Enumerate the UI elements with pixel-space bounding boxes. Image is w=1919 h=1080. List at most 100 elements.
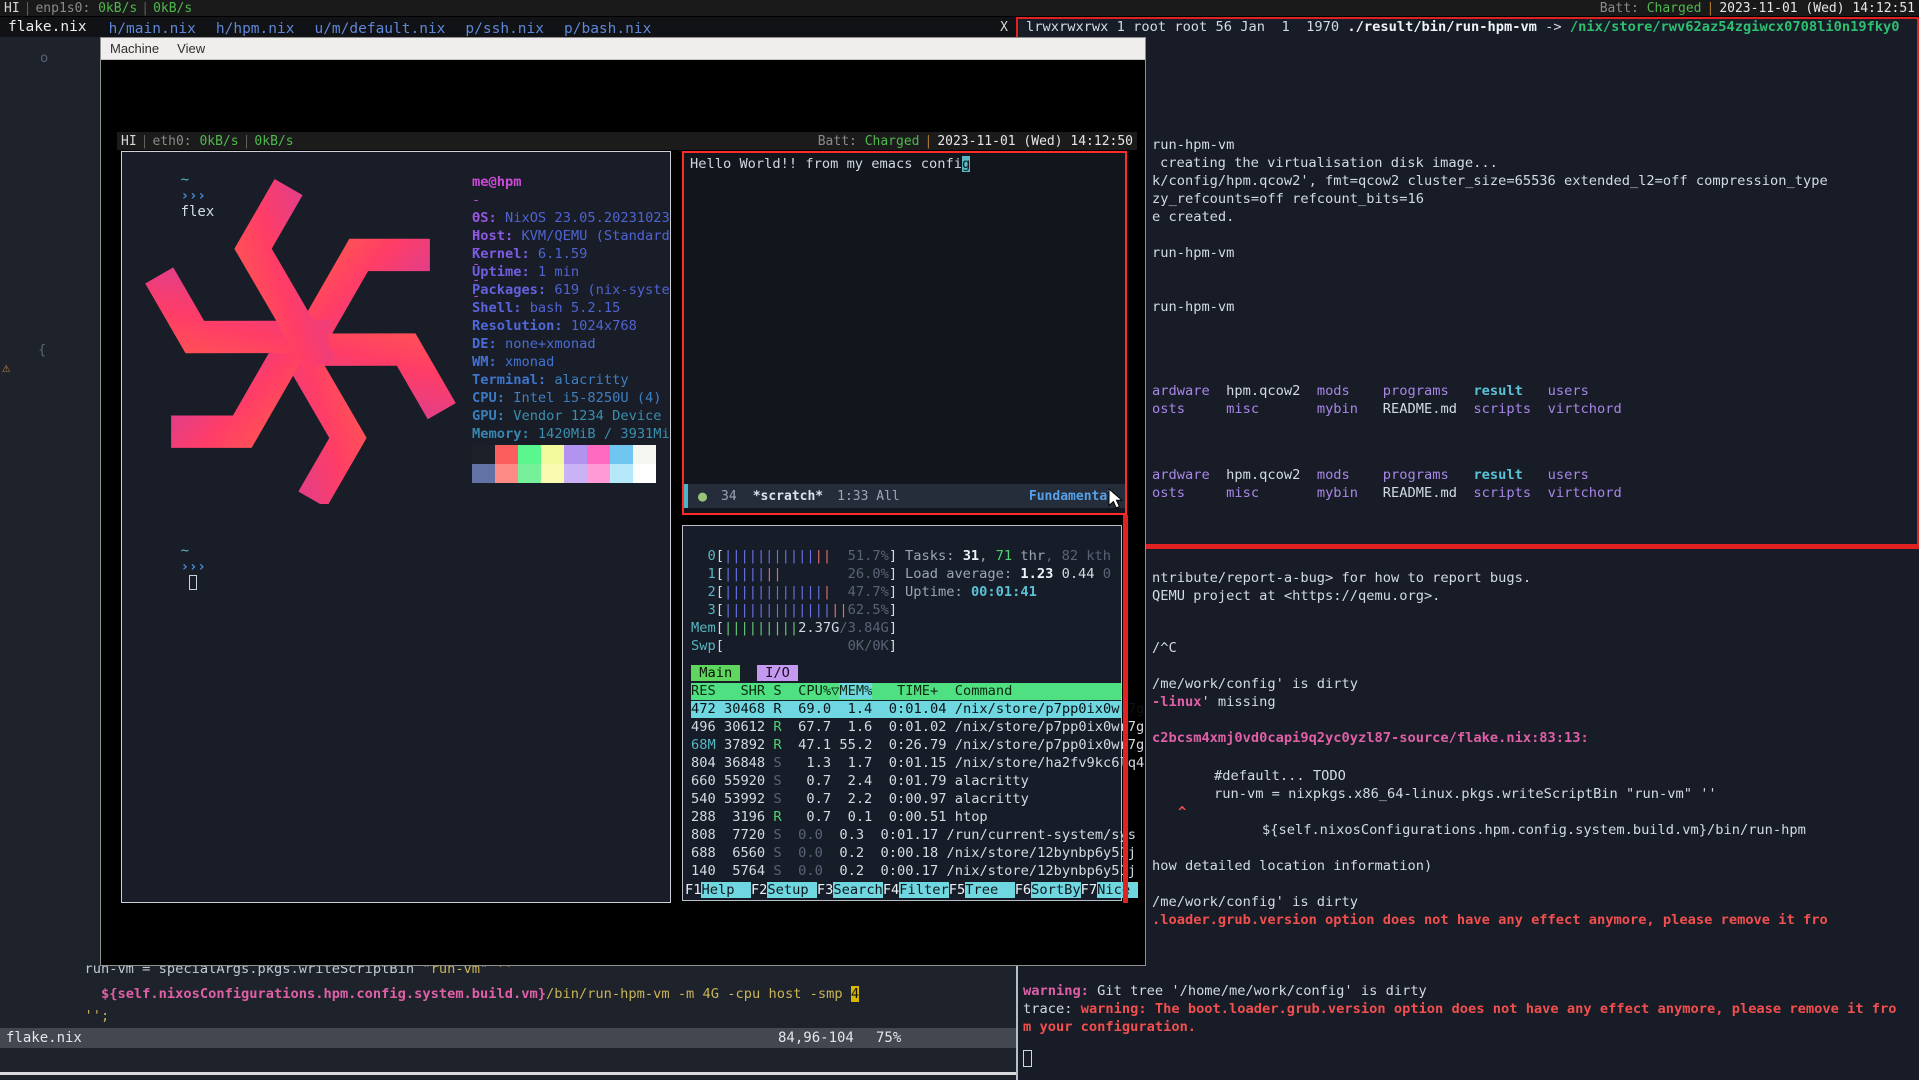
terminal-line: trace: warning: The boot.loader.grub.ver…: [1023, 1001, 1897, 1018]
buffer-name: *scratch*: [753, 489, 823, 504]
terminal-line: /^C: [1152, 640, 1177, 657]
terminal-line: ardware hpm.qcow2 mods programs result u…: [1152, 383, 1589, 400]
neofetch-user-host: me@hpm: [472, 174, 521, 190]
neofetch-row: Packages: 619 (nix-syste: [472, 282, 670, 298]
nixos-logo-icon: [128, 174, 473, 504]
vm-status-bar: HI | eth0: 0kB/s | 0kB/s Batt: Charged |…: [117, 132, 1137, 150]
terminal-line: Load average: 1.23 0.44 0: [905, 566, 1111, 583]
emacs-modeline: ● 34 *scratch* 1:33 All Fundamental: [684, 484, 1125, 508]
palette-swatch: [495, 445, 518, 464]
vm-htop-window[interactable]: 0[||||||||||||| 51.7%] 1[||||||| 26.0%] …: [682, 525, 1122, 901]
palette-swatch: [495, 464, 518, 483]
vm-tx-rate: 0kB/s: [254, 134, 293, 149]
vm-iface-label: eth0:: [152, 134, 191, 149]
palette-swatch: [564, 445, 587, 464]
terminal-line: 808 7720 S 0.0 0.3 0:01.17 /run/current-…: [691, 827, 1136, 844]
host-hostname: HI: [4, 1, 20, 16]
battery-label: Batt:: [1600, 1, 1639, 16]
terminal-line: RES SHR S CPU%▽MEM% TIME+ Command: [691, 683, 1121, 700]
cursor-position: 1:33 All: [837, 489, 900, 504]
modeline-number: 34: [721, 489, 737, 504]
neofetch-row: Terminal: alacritty: [472, 372, 629, 388]
terminal-line: 140 5764 S 0.0 0.2 0:00.17 /nix/store/12…: [691, 863, 1136, 880]
terminal-line: 472 30468 R 69.0 1.4 0:01.04 /nix/store/…: [691, 701, 1121, 718]
terminal-line: -linux' missing: [1152, 694, 1276, 711]
separator: |: [137, 1, 153, 16]
terminal-line: 1[||||||| 26.0%]: [691, 566, 897, 583]
terminal-line: 688 6560 S 0.0 0.2 0:00.18 /nix/store/12…: [691, 845, 1136, 862]
terminal-pane-top[interactable]: [1016, 17, 1919, 544]
menu-view[interactable]: View: [168, 41, 214, 56]
terminal-line: Swp[ 0K/0K]: [691, 638, 897, 655]
host-rx-rate: 0kB/s: [98, 1, 137, 16]
menu-machine[interactable]: Machine: [101, 41, 168, 56]
vm-clock: 2023-11-01 (Wed) 14:12:50: [937, 134, 1133, 149]
terminal-line: 288 3196 R 0.7 0.1 0:00.51 htop: [691, 809, 988, 826]
terminal-line: lrwxrwxrwx 1 root root 56 Jan 1 1970 ./r…: [1026, 19, 1900, 36]
terminal-line: #default... TODO: [1214, 768, 1346, 785]
palette-swatch: [633, 464, 656, 483]
terminal-line: run-hpm-vm: [1152, 299, 1234, 316]
terminal-line: Main I/O: [691, 665, 798, 682]
terminal-line: run-hpm-vm: [1152, 137, 1234, 154]
terminal-line: e created.: [1152, 209, 1234, 226]
terminal-line: .loader.grub.version option does not hav…: [1152, 912, 1828, 929]
major-mode: Fundamental: [1029, 489, 1115, 504]
terminal-line: Uptime: 00:01:41: [905, 584, 1037, 601]
vm-terminal-window[interactable]: ~ ››› flex: [121, 151, 671, 903]
palette-swatch: [541, 464, 564, 483]
palette-swatch: [610, 445, 633, 464]
palette-swatch: [472, 445, 495, 464]
terminal-line: m your configuration.: [1023, 1019, 1196, 1036]
terminal-line: 0[||||||||||||| 51.7%]: [691, 548, 897, 565]
terminal-line: k/config/hpm.qcow2', fmt=qcow2 cluster_s…: [1152, 173, 1828, 190]
terminal-line: 68M 37892 R 47.1 55.2 0:26.79 /nix/store…: [691, 737, 1144, 754]
terminal-line: run-vm = nixpkgs.x86_64-linux.pkgs.write…: [1214, 786, 1717, 803]
terminal-line: osts misc mybin README.md scripts virtch…: [1152, 401, 1622, 418]
terminal-line: 3[|||||||||||||||62.5%]: [691, 602, 897, 619]
battery-status: Charged: [1647, 1, 1702, 16]
xmonad-focus-border: [1123, 515, 1128, 903]
terminal-line: zy_refcounts=off refcount_bits=16: [1152, 191, 1424, 208]
terminal-line: 496 30612 R 67.7 1.6 0:01.02 /nix/store/…: [691, 719, 1144, 736]
terminal-line: 804 36848 S 1.3 1.7 0:01.15 /nix/store/h…: [691, 755, 1144, 772]
neofetch-row: Shell: bash 5.2.15: [472, 300, 620, 316]
palette-swatch: [564, 464, 587, 483]
shell-prompt-empty: ~ ›››: [130, 527, 206, 608]
terminal-cursor: [1023, 1050, 1032, 1067]
host-tx-rate: 0kB/s: [153, 1, 192, 16]
terminal-line: /me/work/config' is dirty: [1152, 676, 1358, 693]
neofetch-row: Uptime: 1 min: [472, 264, 579, 280]
qemu-window[interactable]: Machine View HI | eth0: 0kB/s | 0kB/s Ba…: [100, 37, 1146, 966]
terminal-line: F1Help F2Setup F3SearchF4FilterF5Tree F6…: [685, 882, 1138, 899]
terminal-line: Mem[|||||||||2.37G/3.84G]: [691, 620, 897, 637]
separator: |: [920, 134, 938, 149]
terminal-line: how detailed location information): [1152, 858, 1432, 875]
neofetch-row: OS: NixOS 23.05.20231023: [472, 210, 670, 226]
palette-swatch: [633, 445, 656, 464]
palette-swatch: [541, 445, 564, 464]
terminal-line: QEMU project at <https://qemu.org>.: [1152, 588, 1440, 605]
terminal-line: 660 55920 S 0.7 2.4 0:01.79 alacritty: [691, 773, 1029, 790]
separator: |: [20, 1, 36, 16]
terminal-line: warning: Git tree '/home/me/work/config'…: [1023, 983, 1427, 1000]
palette-swatch: [518, 464, 541, 483]
neofetch-row: Kernel: 6.1.59: [472, 246, 587, 262]
mouse-cursor: [1108, 488, 1126, 510]
host-status-bar: HI | enp1s0: 0kB/s | 0kB/s Batt: Charged…: [0, 0, 1919, 16]
terminal-line: creating the virtualisation disk image..…: [1160, 155, 1498, 172]
host-iface-label: enp1s0:: [35, 1, 90, 16]
palette-swatch: [587, 464, 610, 483]
neofetch-row: GPU: Vendor 1234 Device: [472, 408, 662, 424]
neofetch-row: Host: KVM/QEMU (Standard: [472, 228, 670, 244]
vm-emacs-window[interactable]: Hello World!! from my emacs config ● 34 …: [682, 151, 1127, 515]
neofetch-row: WM: xmonad: [472, 354, 554, 370]
palette-swatch: [472, 464, 495, 483]
terminal-line: c2bcsm4xmj0vd0capi9q2yc0yzl87-source/fla…: [1152, 730, 1589, 747]
separator: |: [1702, 1, 1720, 16]
terminal-line: run-hpm-vm: [1152, 245, 1234, 262]
vm-hostname: HI: [121, 134, 137, 149]
terminal-line: ^: [1178, 804, 1186, 821]
neofetch-row: DE: none+xmonad: [472, 336, 596, 352]
prompt-chevrons-icon: ›››: [181, 559, 206, 575]
